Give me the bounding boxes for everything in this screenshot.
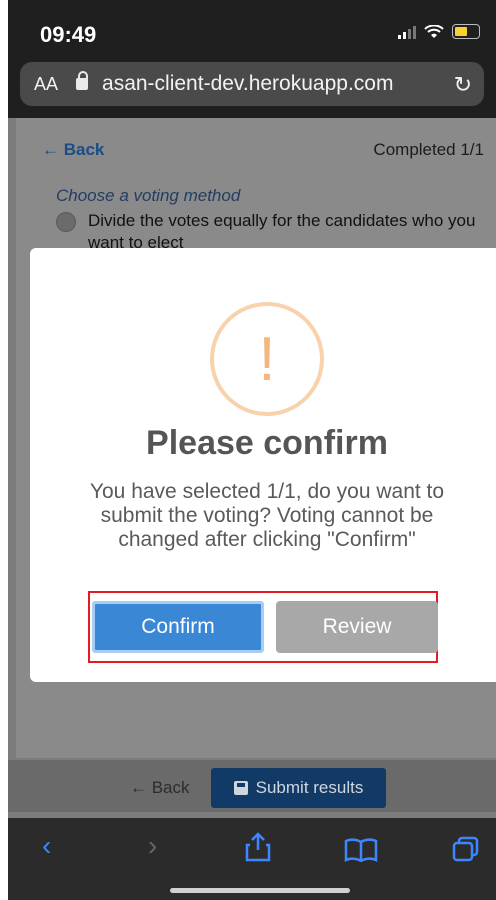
url-text[interactable]: asan-client-dev.herokuapp.com: [102, 72, 393, 96]
status-bar: 09:49: [8, 0, 496, 58]
share-icon[interactable]: [244, 832, 272, 862]
warning-icon: !: [210, 302, 324, 416]
bookmarks-icon[interactable]: [344, 838, 378, 862]
battery-icon: [452, 24, 480, 39]
home-indicator: [170, 888, 350, 893]
back-arrow-icon[interactable]: ‹: [42, 830, 51, 862]
completed-status: Completed 1/1: [373, 140, 484, 159]
dialog-title: Please confirm: [146, 424, 388, 462]
submit-results-label: Submit results: [255, 778, 364, 797]
lock-icon: [76, 71, 89, 90]
status-icons: [398, 24, 480, 39]
review-button[interactable]: Review: [276, 601, 438, 653]
back-link-bottom[interactable]: ← Back: [130, 778, 190, 798]
dialog-message: You have selected 1/1, do you want to su…: [89, 480, 445, 551]
save-icon: [233, 781, 248, 795]
forward-arrow-icon[interactable]: ›: [148, 830, 157, 862]
address-bar[interactable]: AA asan-client-dev.herokuapp.com ↻: [20, 62, 484, 106]
tabs-icon[interactable]: [452, 836, 480, 862]
signal-icon: [398, 25, 416, 39]
submit-results-button[interactable]: Submit results: [211, 768, 386, 808]
reload-icon[interactable]: ↻: [454, 72, 472, 98]
page-footer: ← Back Submit results: [8, 760, 496, 812]
text-size-button[interactable]: AA: [34, 74, 58, 95]
voting-method-label: Choose a voting method: [56, 186, 241, 205]
back-link-top[interactable]: ← Back: [42, 140, 104, 160]
warning-glyph: !: [258, 324, 276, 394]
status-time: 09:49: [40, 22, 97, 47]
phone-screen: 09:49 AA asan-client-dev.herokuapp.com ↻…: [8, 0, 496, 900]
wifi-icon: [424, 24, 444, 38]
voting-option-radio[interactable]: [56, 212, 76, 232]
confirm-button[interactable]: Confirm: [92, 601, 264, 653]
confirm-dialog: ! Please confirm You have selected 1/1, …: [30, 248, 496, 682]
